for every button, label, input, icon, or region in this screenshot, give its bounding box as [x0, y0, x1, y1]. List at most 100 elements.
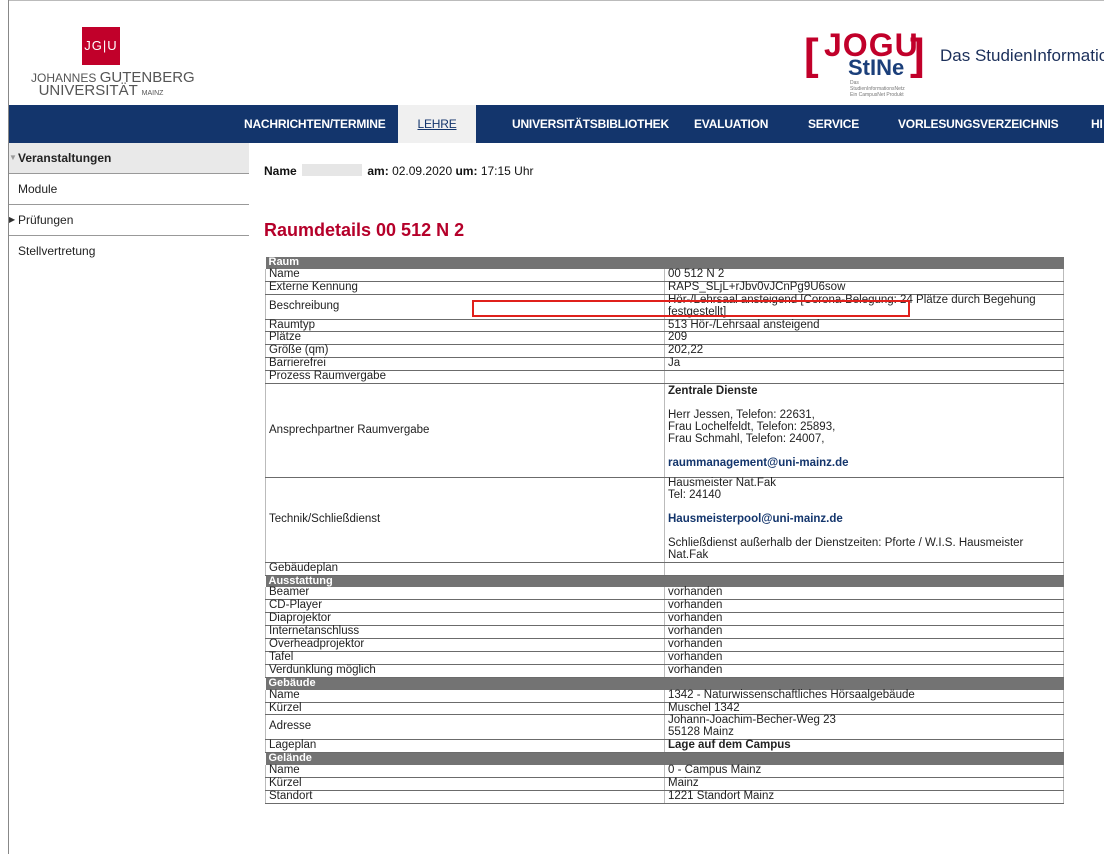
- collapsed-arrow-icon: ▶: [9, 215, 16, 224]
- row-label: Gebäudeplan: [265, 562, 665, 576]
- row-value: RAPS_SLjL+rJbv0vJCnPg9U6sow: [664, 281, 1064, 295]
- row-label: Tafel: [265, 651, 665, 665]
- sidebar-item-module[interactable]: Module: [9, 174, 249, 205]
- time-label: um:: [455, 164, 478, 178]
- row-label: Ansprechpartner Raumvergabe: [265, 383, 665, 479]
- user-meta-line: Name am: 02.09.2020 um: 17:15 Uhr: [264, 164, 534, 178]
- row-value: Mainz: [664, 777, 1064, 791]
- campus-map-link[interactable]: Lage auf dem Campus: [664, 739, 1064, 754]
- nav-vorlesungsverzeichnis[interactable]: VORLESUNGSVERZEICHNIS: [898, 105, 1059, 143]
- row-label: Kürzel: [265, 777, 665, 791]
- table-row: Tafel vorhanden: [265, 651, 1064, 665]
- address-line: 55128 Mainz: [668, 726, 734, 739]
- table-row: Barrierefrei Ja: [265, 357, 1064, 372]
- tech-line: Schließdienst außerhalb der Dienstzeiten…: [668, 536, 1024, 561]
- row-label: Internetanschluss: [265, 625, 665, 640]
- raummanagement-email-link[interactable]: raummanagement@uni-mainz.de: [668, 457, 1060, 470]
- sidebar-item-label: Veranstaltungen: [18, 151, 112, 165]
- address-cell: Johann-Joachim-Becher-Weg 23 55128 Mainz: [664, 715, 1064, 741]
- tech-cell: Hausmeister Nat.Fak Tel: 24140 Hausmeist…: [664, 477, 1064, 563]
- jgu-logo-mark: JG|U: [82, 27, 120, 65]
- row-label: Lageplan: [265, 739, 665, 754]
- row-value: 00 512 N 2: [664, 268, 1064, 282]
- row-value: 202,22: [664, 344, 1064, 359]
- table-row: Lageplan Lage auf dem Campus: [265, 739, 1064, 754]
- row-label: Größe (qm): [265, 344, 665, 359]
- jgu-logo-university: UNIVERSITÄT: [38, 82, 138, 99]
- row-label: CD-Player: [265, 599, 665, 614]
- nav-universitaetsbibliothek[interactable]: UNIVERSITÄTSBIBLIOTHEK: [512, 105, 669, 143]
- hausmeisterpool-email-link[interactable]: Hausmeisterpool@uni-mainz.de: [668, 513, 1060, 526]
- row-label: Barrierefrei: [265, 357, 665, 372]
- row-value: 1342 - Naturwissenschaftliches Hörsaalge…: [664, 689, 1064, 703]
- name-label: Name: [264, 164, 297, 178]
- nav-evaluation[interactable]: EVALUATION: [694, 105, 768, 143]
- time-value: 17:15 Uhr: [480, 164, 534, 178]
- row-value: vorhanden: [664, 651, 1064, 665]
- nav-nachrichten[interactable]: NACHRICHTEN/TERMINE: [244, 105, 386, 143]
- sidebar-item-label: Prüfungen: [18, 213, 74, 227]
- nav-service[interactable]: SERVICE: [808, 105, 859, 143]
- date-value: 02.09.2020: [392, 164, 453, 178]
- row-value: 513 Hör-/Lehrsaal ansteigend: [664, 319, 1064, 333]
- row-value: [664, 562, 1064, 576]
- section-title: Ausstattung: [265, 575, 1064, 588]
- jgu-logo-suffix: MAINZ: [141, 90, 164, 97]
- table-row: Gebäudeplan: [265, 562, 1064, 576]
- table-row: Overheadprojektor vorhanden: [265, 638, 1064, 652]
- description-value: Hör-/Lehrsaal ansteigend [Corona-Belegun…: [664, 294, 1064, 320]
- jogu-stine-logo[interactable]: [ JOGU StINe Das StudienInformationsNetz…: [804, 23, 934, 98]
- nav-hilfe[interactable]: HI: [1091, 105, 1103, 143]
- row-value: 1221 Standort Mainz: [664, 790, 1064, 804]
- table-row: Plätze 209: [265, 332, 1064, 346]
- stine-wordmark: StINe: [848, 55, 905, 80]
- row-label: Standort: [265, 790, 665, 804]
- room-details-table: Raum Name 00 512 N 2 Externe Kennung RAPS_…: [265, 256, 1064, 804]
- row-label: Externe Kennung: [265, 281, 665, 295]
- table-row: Technik/Schließdienst Hausmeister Nat.Fa…: [265, 477, 1064, 563]
- contact-line: Frau Lochelfeldt, Telefon: 25893,: [668, 420, 836, 433]
- row-value: vorhanden: [664, 599, 1064, 614]
- section-title: Raum: [265, 256, 1064, 269]
- jgu-logo[interactable]: JG|U JOHANNES GUTENBERG UNIVERSITÄT MAIN…: [31, 27, 195, 99]
- table-row: CD-Player vorhanden: [265, 599, 1064, 614]
- header: JG|U JOHANNES GUTENBERG UNIVERSITÄT MAIN…: [9, 1, 1104, 105]
- row-label: Name: [265, 764, 665, 779]
- row-label: Name: [265, 689, 665, 703]
- jogu-subtitle: Das StudienInformationsNetz Ein CampusNe…: [850, 80, 905, 98]
- row-label: Beamer: [265, 586, 665, 601]
- table-row: Adresse Johann-Joachim-Becher-Weg 23 551…: [265, 714, 1064, 741]
- row-label: Technik/Schließdienst: [265, 477, 665, 563]
- row-value: [664, 370, 1064, 385]
- table-row: Raumtyp 513 Hör-/Lehrsaal ansteigend: [265, 319, 1064, 333]
- logo-bracket-right: ]: [910, 30, 925, 79]
- row-label: Overheadprojektor: [265, 638, 665, 652]
- row-value: vorhanden: [664, 586, 1064, 601]
- contact-heading: Zentrale Dienste: [668, 385, 758, 398]
- section-title: Gelände: [265, 752, 1064, 766]
- row-label: Beschreibung: [265, 294, 665, 320]
- table-row: Ansprechpartner Raumvergabe Zentrale Die…: [265, 383, 1064, 479]
- main-nav: NACHRICHTEN/TERMINE LEHRE UNIVERSITÄTSBI…: [9, 105, 1104, 143]
- section-header: Ausstattung: [265, 575, 1064, 588]
- row-value: 209: [664, 332, 1064, 346]
- row-label: Adresse: [265, 714, 665, 741]
- table-row: Internetanschluss vorhanden: [265, 625, 1064, 640]
- table-row: Prozess Raumvergabe: [265, 370, 1064, 385]
- section-header: Gebäude: [265, 677, 1064, 690]
- sidebar-item-stellvertretung[interactable]: Stellvertretung: [9, 236, 249, 266]
- nav-lehre[interactable]: LEHRE: [398, 105, 476, 143]
- expanded-arrow-icon: ▼: [9, 153, 17, 162]
- sidebar-item-pruefungen[interactable]: ▶ Prüfungen: [9, 205, 249, 236]
- sidebar: ▼ Veranstaltungen Module ▶ Prüfungen Ste…: [9, 143, 249, 266]
- table-row: Verdunklung möglich vorhanden: [265, 664, 1064, 678]
- date-label: am:: [367, 164, 389, 178]
- section-title: Gebäude: [265, 677, 1064, 690]
- row-label: Diaprojektor: [265, 612, 665, 627]
- sidebar-item-veranstaltungen[interactable]: ▼ Veranstaltungen: [9, 143, 249, 174]
- table-row: Kürzel Muschel 1342: [265, 702, 1064, 716]
- row-value: Ja: [664, 357, 1064, 372]
- row-value: Muschel 1342: [664, 702, 1064, 716]
- row-label: Verdunklung möglich: [265, 664, 665, 678]
- table-row: Name 1342 - Naturwissenschaftliches Hörsa…: [265, 689, 1064, 703]
